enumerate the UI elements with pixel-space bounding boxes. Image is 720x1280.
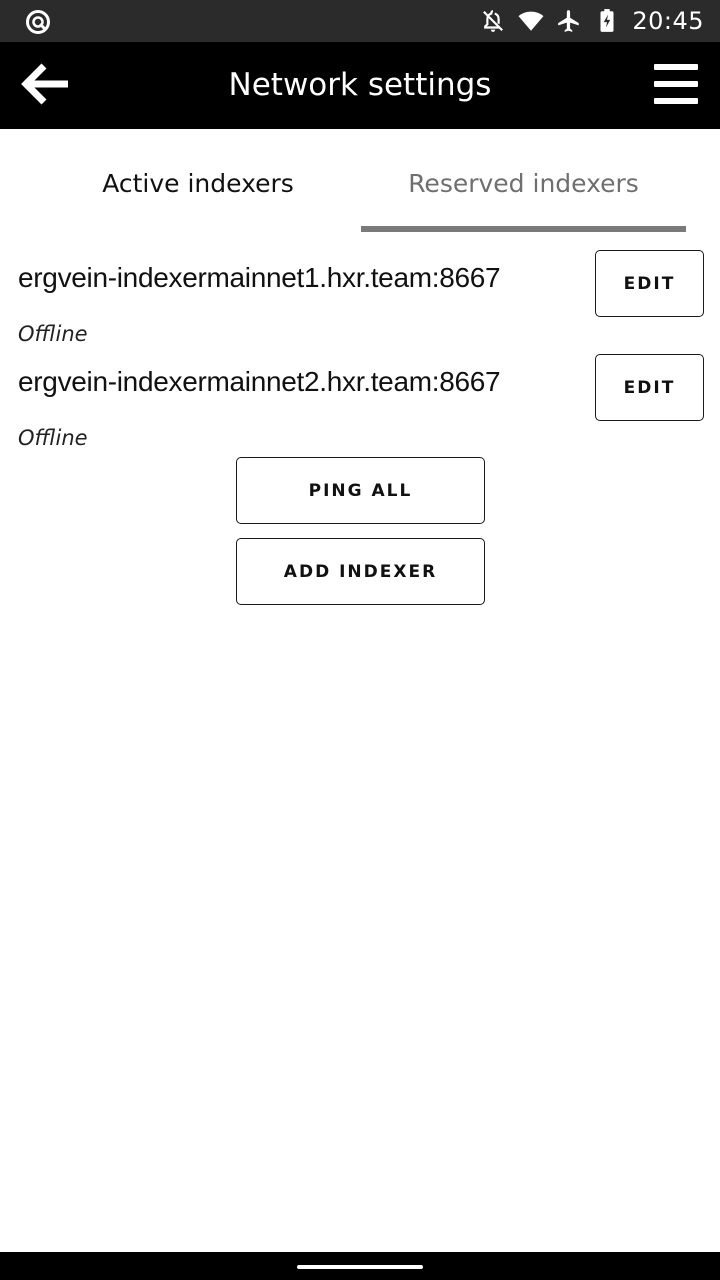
wifi-icon [518, 11, 544, 31]
screen: 20:45 Network settings Active indexers R… [0, 0, 720, 1280]
tab-label: Reserved indexers [408, 169, 639, 198]
status-time: 20:45 [632, 7, 704, 35]
app-bar: Network settings [0, 42, 720, 129]
indexer-tabs: Active indexers Reserved indexers [0, 129, 720, 235]
indexer-status: Offline [18, 322, 88, 346]
edit-indexer-button[interactable]: EDIT [595, 354, 704, 421]
tab-label: Active indexers [102, 169, 294, 198]
indexer-status: Offline [18, 426, 88, 450]
hamburger-menu-icon[interactable] [654, 62, 698, 106]
indexer-row: ergvein-indexermainnet2.hxr.team:8667 Of… [0, 354, 720, 458]
status-bar: 20:45 [0, 0, 720, 42]
tab-active-indexers[interactable]: Active indexers [36, 129, 360, 235]
edit-indexer-button[interactable]: EDIT [595, 250, 704, 317]
tab-selected-indicator [361, 226, 686, 232]
home-gesture-handle[interactable] [297, 1265, 423, 1269]
airplane-mode-icon [558, 10, 580, 32]
back-arrow-icon[interactable] [20, 60, 72, 108]
app-notification-icon [26, 10, 50, 34]
battery-charging-icon [600, 9, 614, 32]
system-nav-bar [0, 1252, 720, 1280]
add-indexer-button[interactable]: ADD INDEXER [236, 538, 485, 605]
ping-all-button[interactable]: PING ALL [236, 457, 485, 524]
tab-reserved-indexers[interactable]: Reserved indexers [361, 129, 686, 235]
indexer-row: ergvein-indexermainnet1.hxr.team:8667 Of… [0, 250, 720, 354]
indexer-host: ergvein-indexermainnet2.hxr.team:8667 [18, 366, 501, 397]
status-icons: 20:45 [480, 0, 704, 42]
notifications-off-icon [483, 10, 504, 32]
page-title: Network settings [228, 67, 492, 103]
indexer-host: ergvein-indexermainnet1.hxr.team:8667 [18, 262, 501, 293]
